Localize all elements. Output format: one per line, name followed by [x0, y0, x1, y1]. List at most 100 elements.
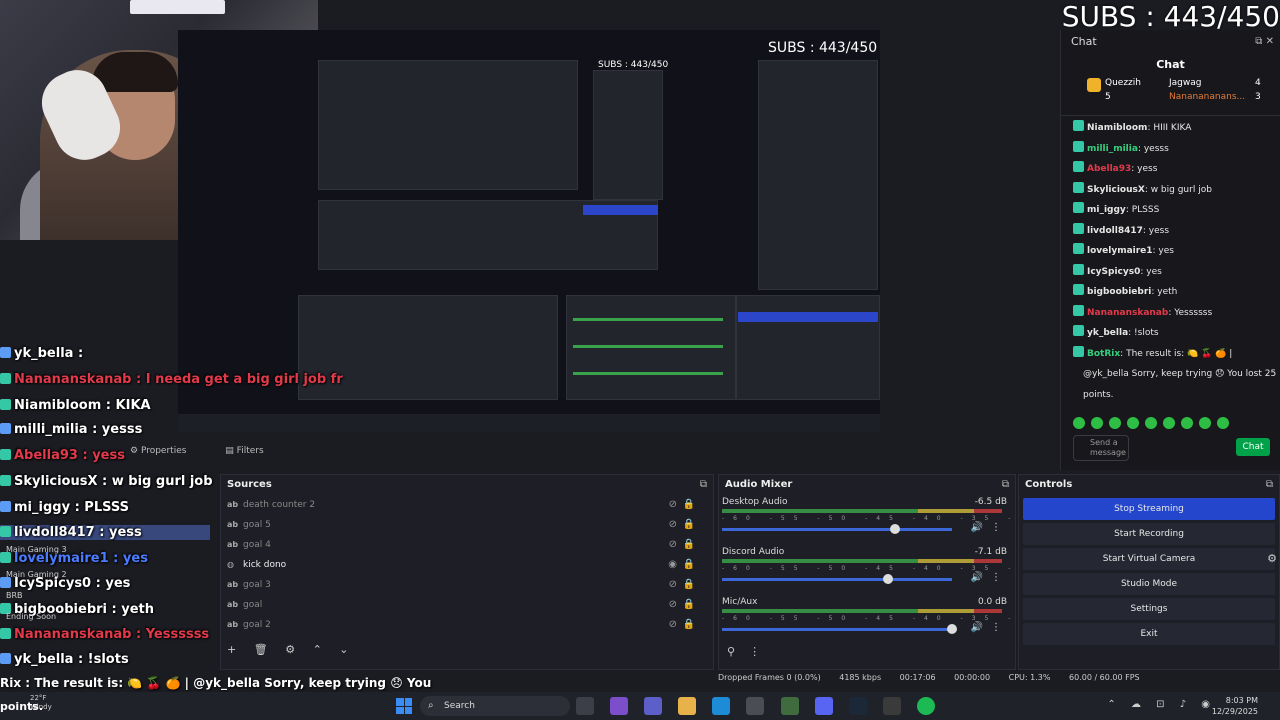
emote-icon[interactable]	[1217, 417, 1229, 429]
more-icon[interactable]: ⋮	[749, 645, 760, 658]
lock-icon[interactable]: 🔒	[683, 535, 695, 555]
eye-icon[interactable]: ◉	[668, 555, 677, 575]
chat-input[interactable]: Send a message	[1073, 435, 1129, 461]
chat-username[interactable]: mi_iggy	[1087, 205, 1126, 215]
controls-header: Controls ⧉	[1019, 475, 1279, 495]
system-tray[interactable]: ⌃ ☁ ⊡ ♪ ◉	[1107, 699, 1216, 710]
speaker-icon[interactable]: 🔊	[971, 622, 983, 633]
source-row[interactable]: ab goal 5 ⊘ 🔒	[221, 515, 713, 535]
add-icon[interactable]: +	[227, 643, 236, 656]
source-row[interactable]: ab goal 4 ⊘ 🔒	[221, 535, 713, 555]
settings-button[interactable]: Settings	[1023, 598, 1275, 620]
volume-knob[interactable]	[947, 624, 957, 634]
emote-icon[interactable]	[1199, 417, 1211, 429]
chat-username[interactable]: SkyliciousX	[1087, 185, 1145, 195]
lock-icon[interactable]: 🔒	[683, 555, 695, 575]
teams-icon[interactable]	[644, 697, 663, 715]
chat-username[interactable]: lovelymaire1	[1087, 246, 1153, 256]
sources-toolbar: + 🗑 ⚙ ⌃ ⌄	[227, 643, 363, 656]
more-icon[interactable]: ⋮	[991, 522, 1001, 533]
steam-icon[interactable]	[848, 697, 867, 715]
chat-username[interactable]: yk_bella	[1087, 328, 1128, 338]
properties-tab[interactable]: ⚙ Properties	[130, 446, 204, 456]
chat-username[interactable]: BotRix	[1087, 349, 1120, 359]
volume-knob[interactable]	[889, 524, 900, 534]
stop-streaming-button[interactable]: Stop Streaming	[1023, 498, 1275, 520]
gear-icon[interactable]: ⚙	[1267, 548, 1277, 570]
file-explorer-icon[interactable]	[678, 697, 697, 715]
more-icon[interactable]: ⋮	[991, 622, 1001, 633]
eye-hidden-icon[interactable]: ⊘	[669, 535, 677, 555]
spotify-icon[interactable]	[916, 697, 935, 715]
emote-icon[interactable]	[1145, 417, 1157, 429]
lock-icon[interactable]: 🔒	[683, 575, 695, 595]
chat-dock-header: Chat ⧉ ✕	[1061, 30, 1280, 54]
source-row[interactable]: ab goal 3 ⊘ 🔒	[221, 575, 713, 595]
lock-icon[interactable]: 🔒	[683, 495, 695, 515]
up-icon[interactable]: ⌃	[313, 643, 322, 656]
chat-username[interactable]: milli_milia	[1087, 144, 1138, 154]
lock-icon[interactable]: 🔒	[683, 615, 695, 635]
task-view-icon[interactable]	[576, 697, 594, 715]
gear-icon[interactable]: ⚙	[285, 643, 295, 656]
eye-hidden-icon[interactable]: ⊘	[669, 515, 677, 535]
chat-username[interactable]: Abella93	[1087, 164, 1131, 174]
edge-icon[interactable]	[712, 697, 731, 715]
emote-icon[interactable]	[1181, 417, 1193, 429]
start-recording-button[interactable]: Start Recording	[1023, 523, 1275, 545]
copilot-icon[interactable]	[610, 697, 629, 715]
lock-icon[interactable]: 🔒	[683, 515, 695, 535]
speaker-icon[interactable]: 🔊	[971, 522, 983, 533]
chat-username[interactable]: bigboobiebri	[1087, 287, 1151, 297]
source-row[interactable]: ab death counter 2 ⊘ 🔒	[221, 495, 713, 515]
link-icon[interactable]: ⚲	[727, 645, 735, 658]
emote-icon[interactable]	[1127, 417, 1139, 429]
chat-username[interactable]: IcySpicys0	[1087, 267, 1140, 277]
volume-slider[interactable]	[722, 578, 952, 581]
volume-knob[interactable]	[882, 574, 893, 584]
properties-label: Properties	[140, 446, 187, 456]
popout-icon[interactable]: ⧉	[1002, 475, 1009, 495]
source-row[interactable]: ◍ kick dono ◉ 🔒	[221, 555, 713, 575]
start-virtual-camera-button[interactable]: Start Virtual Camera ⚙	[1023, 548, 1277, 570]
leader-2-name: Jagwag	[1169, 78, 1202, 88]
chat-username[interactable]: livdoll8417	[1087, 226, 1143, 236]
close-icon[interactable]: ⧉ ✕	[1255, 30, 1274, 54]
virtual-camera-label: Start Virtual Camera	[1102, 554, 1196, 564]
eye-hidden-icon[interactable]: ⊘	[669, 595, 677, 615]
discord-icon[interactable]	[814, 697, 833, 715]
emote-icon[interactable]	[1091, 417, 1103, 429]
volume-slider[interactable]	[722, 528, 952, 531]
studio-mode-button[interactable]: Studio Mode	[1023, 573, 1275, 595]
filters-tab[interactable]: ▤ Filters	[225, 446, 281, 456]
eye-hidden-icon[interactable]: ⊘	[669, 495, 677, 515]
taskbar-search[interactable]: ⌕ Search	[420, 696, 570, 716]
emote-icon[interactable]	[1163, 417, 1175, 429]
exit-button[interactable]: Exit	[1023, 623, 1275, 645]
source-row[interactable]: ab goal 2 ⊘ 🔒	[221, 615, 713, 635]
text-source-icon: ab	[227, 520, 239, 529]
chat-send-button[interactable]: Chat	[1236, 438, 1270, 456]
taskbar-clock[interactable]: 8:03 PM 12/29/2025	[1212, 695, 1258, 717]
mixer-channels: Desktop Audio -6.5 dB -60 -55 -50 -45 -40 …	[719, 495, 1280, 645]
eye-hidden-icon[interactable]: ⊘	[669, 615, 677, 635]
emote-icon[interactable]	[1109, 417, 1121, 429]
windows-start-icon[interactable]	[396, 698, 412, 714]
chat-username[interactable]: Niamibloom	[1087, 123, 1147, 133]
lock-icon[interactable]: 🔒	[683, 595, 695, 615]
obs-icon[interactable]	[882, 697, 901, 715]
speaker-icon[interactable]: 🔊	[971, 572, 983, 583]
down-icon[interactable]: ⌄	[339, 643, 348, 656]
volume-slider[interactable]	[722, 628, 952, 631]
chat-username[interactable]: Nanananskanab	[1087, 308, 1168, 318]
emote-icon[interactable]	[1073, 417, 1085, 429]
source-row[interactable]: ab goal ⊘ 🔒	[221, 595, 713, 615]
popout-icon[interactable]: ⧉	[700, 475, 707, 495]
eye-hidden-icon[interactable]: ⊘	[669, 575, 677, 595]
more-icon[interactable]: ⋮	[991, 572, 1001, 583]
store-icon[interactable]	[746, 697, 765, 715]
trash-icon[interactable]: 🗑	[254, 643, 268, 656]
popout-icon[interactable]: ⧉	[1266, 475, 1273, 495]
channel-name: Desktop Audio	[722, 497, 788, 507]
app-icon[interactable]	[780, 697, 799, 715]
